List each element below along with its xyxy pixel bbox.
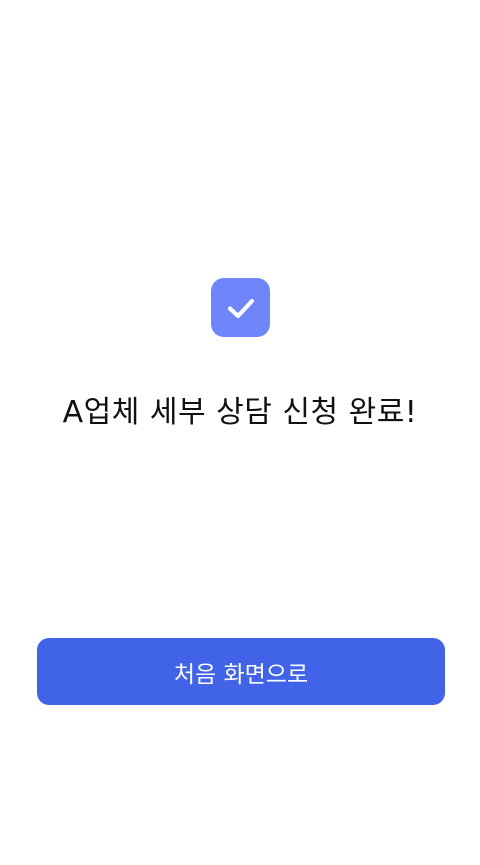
completion-screen: A업체 세부 상담 신청 완료! 처음 화면으로 <box>0 0 480 865</box>
completion-message: A업체 세부 상담 신청 완료! <box>62 395 418 430</box>
back-to-home-button[interactable]: 처음 화면으로 <box>37 638 445 705</box>
check-badge <box>211 278 270 337</box>
check-icon <box>224 291 258 325</box>
